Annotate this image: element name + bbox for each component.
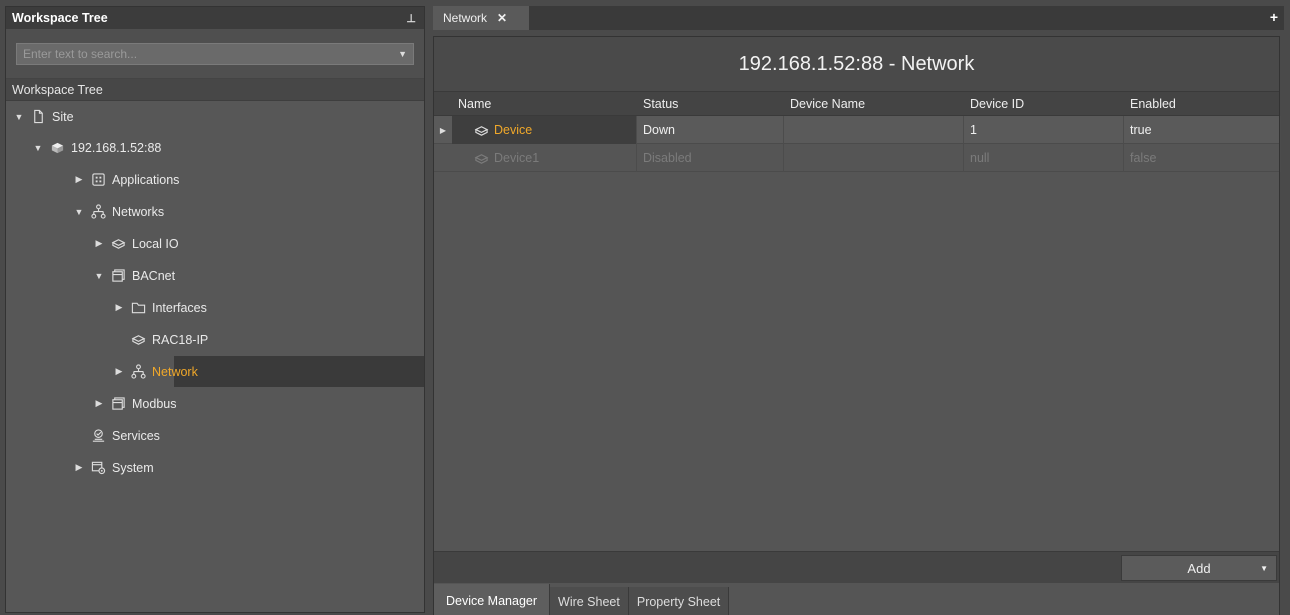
panel-title: Workspace Tree <box>12 11 108 25</box>
column-header[interactable]: Device Name <box>790 92 865 115</box>
device-icon <box>108 236 128 251</box>
workspace-tree-panel: Workspace Tree ⊥ ▼ Workspace Tree ▼Site▼… <box>5 6 425 613</box>
table-cell-status[interactable]: Disabled <box>637 144 784 172</box>
device-icon <box>474 123 489 138</box>
table-header: Name Status Device Name Device ID Enabled <box>434 92 1279 116</box>
tab-wire-sheet[interactable]: Wire Sheet <box>550 587 629 615</box>
table-cell-name[interactable]: Device1 <box>452 144 637 172</box>
chevron-right-icon[interactable]: ▶ <box>72 462 86 473</box>
column-header[interactable]: Enabled <box>1130 92 1176 115</box>
tree-item-label: 192.168.1.52:88 <box>71 140 162 155</box>
search-box[interactable]: ▼ <box>16 42 414 65</box>
table-cell-enabled[interactable]: true <box>1124 116 1281 144</box>
add-button-label: Add <box>1187 560 1211 576</box>
page-title: 192.168.1.52:88 - Network <box>434 37 1279 92</box>
tab-label: Network <box>443 11 488 25</box>
networks-icon <box>128 364 148 379</box>
tab-device-manager[interactable]: Device Manager <box>434 584 551 615</box>
tree-item-label: Modbus <box>132 396 177 411</box>
chevron-right-icon[interactable]: ▶ <box>112 366 126 377</box>
applications-icon <box>88 172 108 187</box>
tree-item-label: RAC18-IP <box>152 332 209 347</box>
chevron-right-icon[interactable]: ▶ <box>92 238 106 249</box>
device-manager-view: 192.168.1.52:88 - Network Name Status Devi… <box>433 36 1281 615</box>
chevron-right-icon[interactable]: ▶ <box>112 302 126 313</box>
file-icon <box>28 109 48 124</box>
chevron-down-icon[interactable]: ▼ <box>72 207 86 217</box>
networks-icon <box>88 204 108 219</box>
chevron-down-icon[interactable]: ▼ <box>398 49 407 59</box>
tab-bar: Network ✕ + <box>433 6 1284 30</box>
chevron-down-icon[interactable]: ▼ <box>12 112 26 122</box>
view-tabs: Device Manager Wire Sheet Property Sheet <box>434 583 730 615</box>
tree-item-label: Local IO <box>132 236 179 251</box>
table-cell-device-name[interactable] <box>784 144 964 172</box>
device-icon <box>128 332 148 347</box>
table-cell-device-id[interactable]: null <box>964 144 1124 172</box>
search-input[interactable] <box>23 46 369 61</box>
tree-item-label: Networks <box>112 204 165 219</box>
device-icon <box>474 151 489 166</box>
chevron-down-icon[interactable]: ▼ <box>1260 564 1268 573</box>
device-table: ▶ Device Down 1 true Device1 Disabled null false <box>434 116 1281 172</box>
table-cell-name[interactable]: Device <box>452 116 637 144</box>
device-name-label: Device <box>494 123 533 137</box>
column-header[interactable]: Status <box>643 92 678 115</box>
services-icon <box>88 428 108 443</box>
selection-highlight <box>174 356 424 387</box>
column-header[interactable]: Device ID <box>970 92 1024 115</box>
tree-item-label: Interfaces <box>152 300 207 315</box>
tree-item[interactable]: ▶ Interfaces <box>6 292 424 323</box>
tree-item[interactable]: RAC18-IP <box>6 324 424 355</box>
add-tab-icon[interactable]: + <box>1270 9 1278 25</box>
chevron-right-icon[interactable]: ▶ <box>72 174 86 185</box>
table-cell-device-name[interactable] <box>784 116 964 144</box>
tree-item[interactable]: ▶ System <box>6 452 424 483</box>
tab-property-sheet[interactable]: Property Sheet <box>628 587 730 615</box>
chevron-down-icon[interactable]: ▼ <box>92 271 106 281</box>
tree-item-label: Site <box>52 109 74 124</box>
tree-item[interactable]: ▼ BACnet <box>6 260 424 291</box>
table-cell-enabled[interactable]: false <box>1124 144 1281 172</box>
column-header[interactable]: Name <box>458 92 491 115</box>
table-row[interactable]: ▶ Device Down 1 true <box>434 116 1281 144</box>
row-expand-icon[interactable]: ▶ <box>434 116 452 144</box>
search-area: ▼ <box>6 29 424 79</box>
table-cell-status[interactable]: Down <box>637 116 784 144</box>
panel-header: Workspace Tree ⊥ <box>6 7 424 29</box>
tree-item[interactable]: ▶ Applications <box>6 164 424 195</box>
chevron-right-icon[interactable]: ▶ <box>92 398 106 409</box>
station-icon <box>47 140 67 155</box>
system-icon <box>88 460 108 475</box>
table-row[interactable]: Device1 Disabled null false <box>434 144 1281 172</box>
tree-item[interactable]: ▼ 192.168.1.52:88 <box>6 132 424 163</box>
tree-item[interactable]: ▶ Modbus <box>6 388 424 419</box>
pin-icon[interactable]: ⊥ <box>406 12 416 25</box>
action-bar: Add ▼ <box>434 551 1279 583</box>
tree-item-label: System <box>112 460 154 475</box>
close-icon[interactable]: ✕ <box>497 11 507 25</box>
tree-item-label: BACnet <box>132 268 176 283</box>
tree-item-label: Network <box>152 364 198 379</box>
tree-title: Workspace Tree <box>6 79 424 101</box>
tree-item-label: Applications <box>112 172 180 187</box>
tab-network[interactable]: Network ✕ <box>433 6 529 30</box>
tree-item[interactable]: ▼ Networks <box>6 196 424 227</box>
tree-item[interactable]: ▶ Network <box>6 356 424 387</box>
chevron-down-icon[interactable]: ▼ <box>31 143 45 153</box>
protocol-icon <box>108 268 128 283</box>
tree-item-label: Services <box>112 428 160 443</box>
tree-item[interactable]: ▼ Site <box>6 101 424 132</box>
tree-item[interactable]: ▶ Local IO <box>6 228 424 259</box>
tree-item[interactable]: Services <box>6 420 424 451</box>
add-button[interactable]: Add ▼ <box>1121 555 1277 581</box>
protocol-icon <box>108 396 128 411</box>
folder-icon <box>128 300 148 315</box>
table-cell-device-id[interactable]: 1 <box>964 116 1124 144</box>
device-name-label: Device1 <box>494 151 540 165</box>
